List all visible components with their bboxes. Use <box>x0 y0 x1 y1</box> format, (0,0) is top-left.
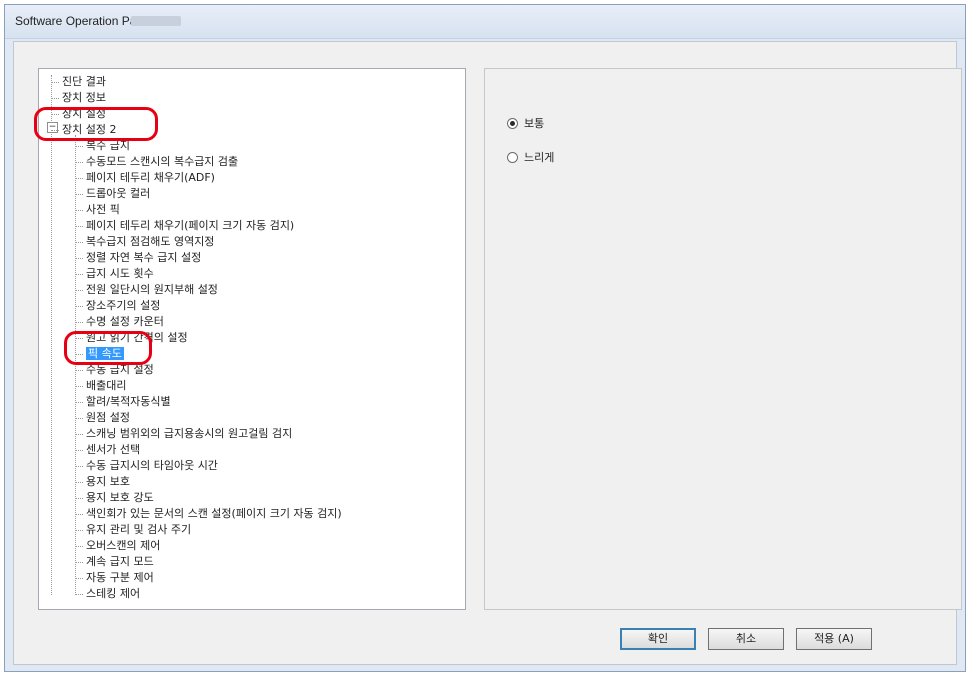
tree-item[interactable]: 페이지 테두리 채우기(페이지 크기 자동 검지) <box>75 219 294 233</box>
tree-item-label: 스캐닝 범위외의 급지용송시의 원고걸림 검지 <box>86 427 293 440</box>
apply-button[interactable]: 적용 (A) <box>796 628 872 650</box>
tree-item[interactable]: 사전 픽 <box>75 203 120 217</box>
radio-normal[interactable]: 보통 <box>507 115 544 131</box>
radio-slow-label: 느리게 <box>524 151 555 164</box>
tree-item[interactable]: 수동 급지 설정 <box>75 363 154 377</box>
tree-item[interactable]: 급지 시도 횟수 <box>75 267 154 281</box>
ok-button[interactable]: 확인 <box>620 628 696 650</box>
tree-item[interactable]: 복수 급지 <box>75 139 130 153</box>
tree-item-label: 정렬 자연 복수 급지 설정 <box>86 251 202 264</box>
tree-item[interactable]: 용지 보호 강도 <box>75 491 154 505</box>
radio-slow[interactable]: 느리게 <box>507 149 554 165</box>
tree-item[interactable]: 할려/복적자동식별 <box>75 395 171 409</box>
tree-item-label: 수동모드 스캔시의 복수급지 검출 <box>86 155 239 168</box>
tree-item[interactable]: 수명 설정 카운터 <box>75 315 164 329</box>
tree-item-label: 원점 설정 <box>86 411 130 424</box>
tree-item-label: 수명 설정 카운터 <box>86 315 164 328</box>
tree-item[interactable]: 수동모드 스캔시의 복수급지 검출 <box>75 155 238 169</box>
tree-item-label: 계속 급지 모드 <box>86 555 154 568</box>
tree-item-label: 장소주기의 설정 <box>86 299 161 312</box>
title-bar: Software Operation Panel fi- <box>5 5 965 39</box>
tree-item-label: 오버스캔의 제어 <box>86 539 161 552</box>
redacted-model <box>131 16 181 26</box>
tree-item[interactable]: 유지 관리 및 검사 주기 <box>75 523 191 537</box>
radio-unselected-icon <box>507 151 518 163</box>
option-panel: 보통 느리게 <box>484 68 962 610</box>
tree-item-label: 전원 일단시의 원지부해 설정 <box>86 283 218 296</box>
tree-item[interactable]: 오버스캔의 제어 <box>75 539 160 553</box>
tree-item[interactable]: 원점 설정 <box>75 411 130 425</box>
tree-item-label: 드롭아웃 컬러 <box>86 187 151 200</box>
radio-normal-label: 보통 <box>524 117 545 130</box>
tree-item-label: 복수급지 점검해도 영역지정 <box>86 235 215 248</box>
tree-item[interactable]: 스캐닝 범위외의 급지용송시의 원고걸림 검지 <box>75 427 292 441</box>
tree-item[interactable]: 페이지 테두리 채우기(ADF) <box>75 171 215 185</box>
tree-item[interactable]: 계속 급지 모드 <box>75 555 154 569</box>
highlight-pick-speed <box>64 331 152 365</box>
tree-item[interactable]: 장치 정보 <box>51 91 106 105</box>
tree-item-label: 급지 시도 횟수 <box>86 267 154 280</box>
tree-item-label: 할려/복적자동식별 <box>86 395 171 408</box>
tree-item[interactable]: 전원 일단시의 원지부해 설정 <box>75 283 218 297</box>
tree-item-label: 용지 보호 <box>86 475 130 488</box>
tree-item-label: 진단 결과 <box>62 75 106 88</box>
tree-item-label: 장치 정보 <box>62 91 106 104</box>
tree-item-label: 스테킹 제어 <box>86 587 141 600</box>
tree-item-label: 자동 구분 제어 <box>86 571 154 584</box>
tree-item-label: 페이지 테두리 채우기(ADF) <box>86 171 215 184</box>
tree-item[interactable]: 정렬 자연 복수 급지 설정 <box>75 251 201 265</box>
tree-item-label: 유지 관리 및 검사 주기 <box>86 523 192 536</box>
cancel-button[interactable]: 취소 <box>708 628 784 650</box>
tree-item[interactable]: 배출대리 <box>75 379 126 393</box>
tree-item[interactable]: 드롭아웃 컬러 <box>75 187 150 201</box>
tree-item[interactable]: 스테킹 제어 <box>75 587 140 601</box>
tree-item[interactable]: 장소주기의 설정 <box>75 299 160 313</box>
tree-item-label: 색인회가 있는 문서의 스캔 설정(페이지 크기 자동 검지) <box>86 507 342 520</box>
tree-item-label: 배출대리 <box>86 379 127 392</box>
tree-item[interactable]: 센서가 선택 <box>75 443 140 457</box>
radio-selected-icon <box>507 117 518 129</box>
tree-item-label: 용지 보호 강도 <box>86 491 154 504</box>
tree-item[interactable]: 진단 결과 <box>51 75 106 89</box>
tree-item[interactable]: 복수급지 점검해도 영역지정 <box>75 235 214 249</box>
highlight-device-settings-2 <box>34 107 158 141</box>
tree-item[interactable]: 자동 구분 제어 <box>75 571 154 585</box>
tree-item[interactable]: 수동 급지시의 타임아웃 시간 <box>75 459 218 473</box>
tree-item-label: 사전 픽 <box>86 203 120 216</box>
tree-item[interactable]: 용지 보호 <box>75 475 130 489</box>
tree-item-label: 센서가 선택 <box>86 443 141 456</box>
tree-item[interactable]: 색인회가 있는 문서의 스캔 설정(페이지 크기 자동 검지) <box>75 507 342 521</box>
tree-item-label: 수동 급지시의 타임아웃 시간 <box>86 459 218 472</box>
tree-item-label: 페이지 테두리 채우기(페이지 크기 자동 검지) <box>86 219 295 232</box>
